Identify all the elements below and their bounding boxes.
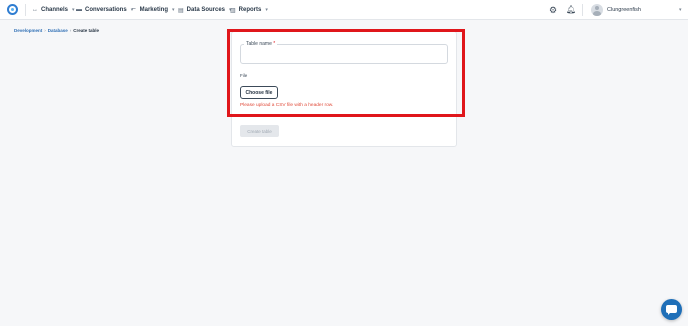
nav-marketing[interactable]: ⌔ Marketing ▾ xyxy=(131,0,175,20)
channels-icon: ↔ xyxy=(32,7,38,13)
broadcast-icon: ⌔ xyxy=(131,8,137,14)
divider xyxy=(582,4,583,16)
bell-icon[interactable]: 🔔︎ xyxy=(566,5,576,15)
create-table-button[interactable]: Create table xyxy=(240,125,279,137)
nav-reports[interactable]: ▥ Reports ▾ xyxy=(230,0,268,20)
chevron-down-icon: ▾ xyxy=(171,7,175,13)
chevron-down-icon: ▾ xyxy=(72,7,75,13)
divider xyxy=(25,4,26,16)
nav-reports-label: Reports xyxy=(238,7,262,13)
nav-channels[interactable]: ↔ Channels ▾ xyxy=(32,0,75,20)
breadcrumb-separator: › xyxy=(44,28,46,33)
bar-chart-icon: ▥ xyxy=(230,7,236,14)
breadcrumb-database[interactable]: Database xyxy=(48,28,68,33)
nav-marketing-label: Marketing xyxy=(139,7,168,13)
database-icon: ▤ xyxy=(178,7,184,14)
table-name-input[interactable] xyxy=(240,44,448,64)
breadcrumb-separator: › xyxy=(69,28,72,33)
required-marker: * xyxy=(273,41,276,47)
choose-file-button[interactable]: Choose file xyxy=(240,86,278,99)
table-name-label-text: Table name xyxy=(246,41,272,47)
nav-conversations[interactable]: ▬ Conversations ▾ xyxy=(76,0,133,20)
nav-conversations-label: Conversations xyxy=(85,7,127,13)
nav-channels-label: Channels xyxy=(41,7,69,13)
chat-widget-button[interactable] xyxy=(661,299,682,320)
chevron-down-icon: ▾ xyxy=(265,7,268,13)
chevron-down-icon[interactable]: ▾ xyxy=(679,0,682,20)
breadcrumb-current: Create table xyxy=(73,28,100,33)
breadcrumb-development[interactable]: Development xyxy=(14,28,42,33)
breadcrumb: Development › Database › Create table xyxy=(14,28,99,33)
top-navigation-bar: ↔ Channels ▾ ▬ Conversations ▾ ⌔ Marketi… xyxy=(0,0,688,20)
nav-data-sources-label: Data Sources xyxy=(186,7,226,13)
chat-icon: ▬ xyxy=(76,7,82,13)
nav-data-sources[interactable]: ▤ Data Sources ▾ xyxy=(178,0,232,20)
file-label: File xyxy=(240,73,248,78)
avatar[interactable] xyxy=(591,4,603,16)
app-logo[interactable] xyxy=(7,4,18,15)
user-name[interactable]: Clungreenfish xyxy=(607,0,641,20)
file-error-message: Please upload a CSV file with a header r… xyxy=(240,103,334,108)
gear-icon[interactable]: ⚙ xyxy=(549,5,557,15)
table-name-label: Table name * xyxy=(244,41,278,47)
